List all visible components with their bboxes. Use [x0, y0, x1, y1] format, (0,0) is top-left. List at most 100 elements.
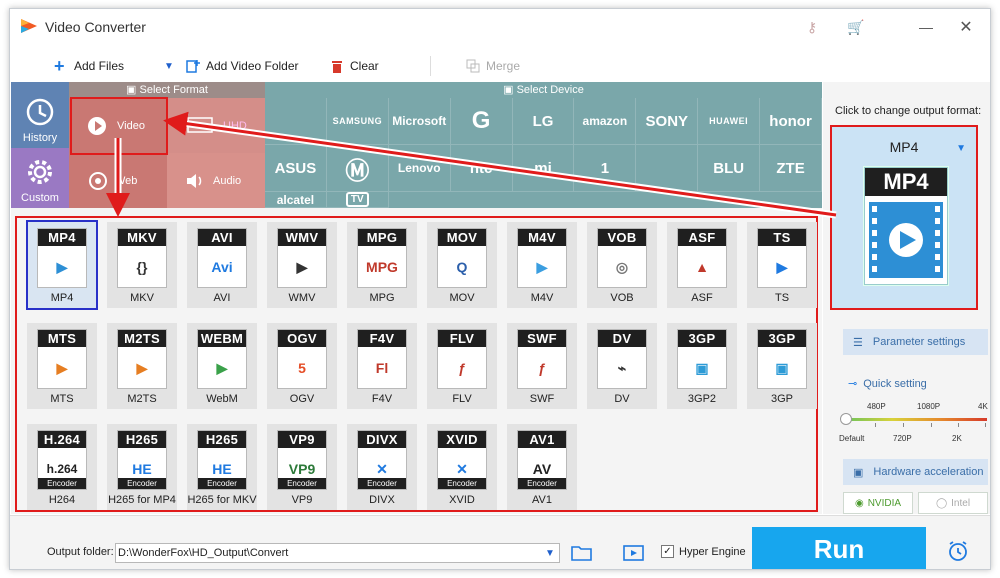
format-band-label: AVI	[198, 229, 246, 246]
format-m2ts[interactable]: M2TS ▶ M2TS	[107, 323, 177, 409]
device-tv[interactable]: TV	[326, 192, 389, 208]
format-wmv[interactable]: WMV ▶ WMV	[267, 222, 337, 308]
device-honor[interactable]: honor	[760, 98, 822, 145]
format-ogv[interactable]: OGV 5 OGV	[267, 323, 337, 409]
alarm-clock-icon[interactable]	[946, 539, 970, 563]
device-oneplus[interactable]: 1	[574, 145, 637, 192]
clear-button[interactable]: Clear	[330, 54, 379, 78]
format-h265-for-mp4[interactable]: H265 HE Encoder H265 for MP4	[107, 424, 177, 510]
video-output-icon[interactable]	[623, 544, 645, 562]
format-swf[interactable]: SWF ƒ SWF	[507, 323, 577, 409]
format-av1[interactable]: AV1 AV Encoder AV1	[507, 424, 577, 510]
history-button[interactable]: History	[11, 82, 69, 148]
open-folder-icon[interactable]	[571, 544, 593, 562]
device-zte[interactable]: ZTE	[760, 145, 822, 192]
format-f4v[interactable]: F4V Fl F4V	[347, 323, 417, 409]
device-asus[interactable]: ASUS	[265, 145, 327, 192]
format-band-label: DIVX	[358, 431, 406, 448]
format-m4v[interactable]: M4V ▶ M4V	[507, 222, 577, 308]
merge-button[interactable]: Merge	[466, 54, 520, 78]
device-microsoft[interactable]: Microsoft	[388, 98, 451, 145]
format-icon: 3GP ▣	[757, 329, 807, 389]
hyper-engine-checkbox[interactable]: ✓	[661, 545, 674, 558]
add-files-dropdown[interactable]: ▼	[164, 54, 174, 78]
toolbar-divider	[430, 56, 431, 76]
format-h264[interactable]: H.264 h.264 Encoder H264	[27, 424, 97, 510]
register-key-icon[interactable]: ⚷	[798, 15, 826, 39]
device-xiaomi[interactable]: mi	[512, 145, 575, 192]
format-vp9[interactable]: VP9 VP9 Encoder VP9	[267, 424, 337, 510]
format-band-label: 3GP	[758, 330, 806, 347]
close-button[interactable]: ✕	[952, 15, 980, 39]
format-icon: AVI Avi	[197, 228, 247, 288]
format-mpg[interactable]: MPG MPG MPG	[347, 222, 417, 308]
format-name: SWF	[529, 393, 555, 405]
quality-slider-track[interactable]	[845, 418, 987, 421]
device-apple[interactable]	[265, 98, 327, 145]
format-icon: MKV {}	[117, 228, 167, 288]
run-button[interactable]: Run	[752, 527, 926, 569]
device-alcatel[interactable]: alcatel	[265, 192, 327, 208]
minimize-button[interactable]: —	[912, 15, 940, 39]
device-samsung[interactable]: SAMSUNG	[326, 98, 389, 145]
intel-icon: ◯	[935, 497, 948, 509]
format-icon: XVID ✕ Encoder	[437, 430, 487, 490]
output-format-selector[interactable]: MP4 ▼ MP4	[830, 125, 978, 310]
device-htc[interactable]: htc	[450, 145, 513, 192]
quality-slider-handle[interactable]	[840, 413, 852, 425]
quick-setting-icon: ⊸	[848, 378, 858, 390]
format-mov[interactable]: MOV Q MOV	[427, 222, 497, 308]
title-bar: Video Converter ⚷ 🛒 — ✕	[10, 9, 990, 45]
device-lg[interactable]: LG	[512, 98, 575, 145]
select-device-header: ▣ Select Device	[265, 82, 822, 98]
format-h265-for-mkv[interactable]: H265 HE Encoder H265 for MKV	[187, 424, 257, 510]
format-icon: WEBM ▶	[197, 329, 247, 389]
format-3gp2[interactable]: 3GP ▣ 3GP2	[667, 323, 737, 409]
category-audio-label: Audio	[213, 174, 242, 187]
uhd-screen-icon	[187, 116, 213, 133]
shopping-cart-icon[interactable]: 🛒	[842, 15, 870, 39]
format-vob[interactable]: VOB ◎ VOB	[587, 222, 657, 308]
format-mts[interactable]: MTS ▶ MTS	[27, 323, 97, 409]
device-blu[interactable]: BLU	[698, 145, 761, 192]
format-asf[interactable]: ASF ▲ ASF	[667, 222, 737, 308]
category-uhd[interactable]: UHD	[167, 98, 265, 153]
add-files-button[interactable]: + Add Files	[54, 54, 124, 78]
intel-toggle[interactable]: ◯ Intel	[918, 492, 988, 514]
format-3gp[interactable]: 3GP ▣ 3GP	[747, 323, 817, 409]
format-glyph: MPG	[366, 259, 398, 275]
device-motorola[interactable]: Ⓜ	[326, 145, 389, 192]
nvidia-toggle[interactable]: ◉ NVIDIA	[843, 492, 913, 514]
output-folder-dropdown[interactable]: ▼	[540, 543, 560, 563]
clear-label: Clear	[350, 59, 379, 73]
format-band-label: MPG	[358, 229, 406, 246]
device-amazon[interactable]: amazon	[574, 98, 637, 145]
device-sony[interactable]: SONY	[636, 98, 699, 145]
parameter-settings-button[interactable]: ☰ Parameter settings	[843, 329, 988, 355]
format-webm[interactable]: WEBM ▶ WebM	[187, 323, 257, 409]
device-lenovo[interactable]: Lenovo	[388, 145, 451, 192]
hyper-engine-toggle[interactable]: ✓ Hyper Engine	[661, 545, 746, 558]
format-divx[interactable]: DIVX ✕ Encoder DIVX	[347, 424, 417, 510]
format-icon: M4V ▶	[517, 228, 567, 288]
add-video-folder-button[interactable]: Add Video Folder	[186, 54, 299, 78]
format-mkv[interactable]: MKV {} MKV	[107, 222, 177, 308]
format-avi[interactable]: AVI Avi AVI	[187, 222, 257, 308]
slider-label-4k: 4K	[978, 402, 988, 411]
category-web[interactable]: Web	[69, 153, 167, 208]
slider-label-default: Default	[839, 434, 865, 443]
format-ts[interactable]: TS ▶ TS	[747, 222, 817, 308]
hardware-acceleration-button[interactable]: ▣ Hardware acceleration	[843, 459, 988, 485]
custom-button[interactable]: Custom	[11, 148, 69, 208]
format-icon: OGV 5	[277, 329, 327, 389]
output-folder-field[interactable]: D:\WonderFox\HD_Output\Convert	[115, 543, 560, 563]
format-dv[interactable]: DV ⌁ DV	[587, 323, 657, 409]
format-flv[interactable]: FLV ƒ FLV	[427, 323, 497, 409]
device-blackberry[interactable]	[636, 145, 699, 192]
category-audio[interactable]: Audio	[167, 153, 265, 208]
format-xvid[interactable]: XVID ✕ Encoder XVID	[427, 424, 497, 510]
device-google[interactable]: G	[450, 98, 513, 145]
custom-label: Custom	[21, 192, 59, 204]
format-band-label: TS	[758, 229, 806, 246]
device-huawei[interactable]: HUAWEI	[698, 98, 761, 145]
